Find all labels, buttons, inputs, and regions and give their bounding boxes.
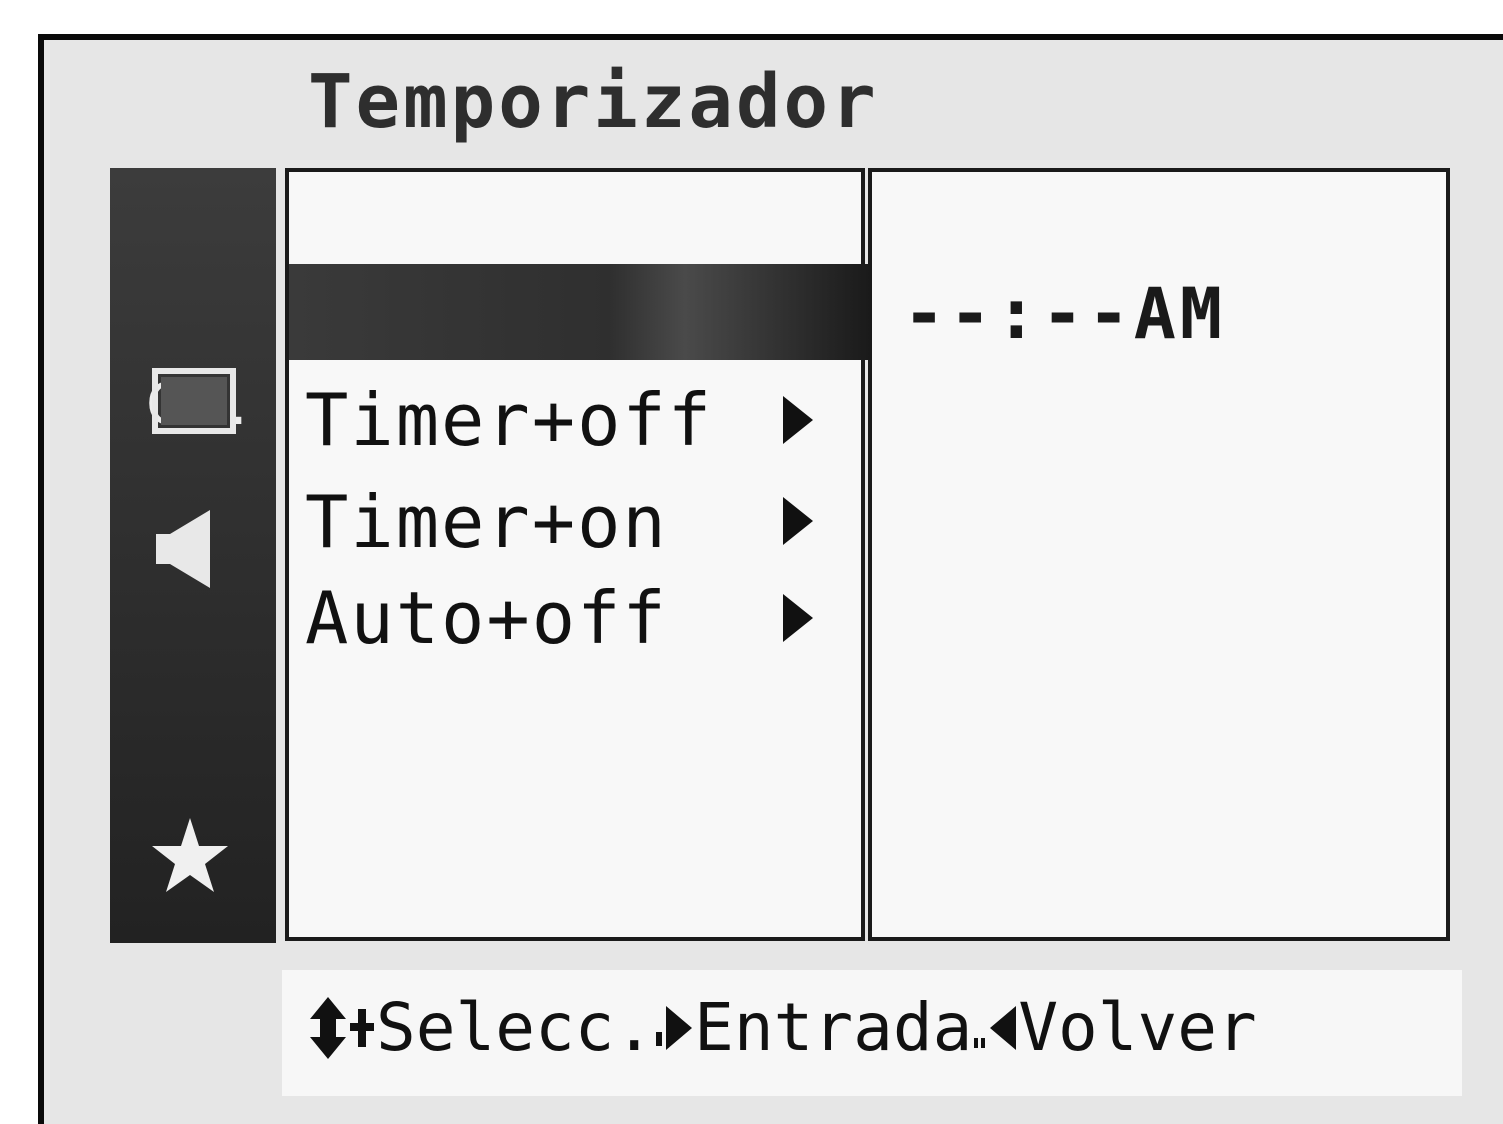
time-display: --:--AM [903,273,1227,355]
timer-on-arrow-icon [783,497,813,545]
menu-item-timer-off[interactable]: Timer+off [305,380,713,460]
star-icon[interactable] [148,814,232,898]
back-hint: Volver [1018,989,1257,1066]
up-down-arrow-icon [310,997,374,1059]
category-sidebar: CH. [110,168,276,943]
help-bar-content: Selecc. Entrada Volver [306,988,1257,1068]
speaker-icon[interactable] [154,508,214,590]
clock-menu-item-highlight[interactable] [289,264,871,360]
timer-off-arrow-icon [783,396,813,444]
menu-item-timer-on[interactable]: Timer+on [305,482,668,562]
right-arrow-icon [656,1006,693,1050]
select-hint: Selecc. [376,989,655,1066]
menu-item-auto-off[interactable]: Auto+off [305,578,668,658]
left-arrow-icon [974,1006,1017,1050]
auto-off-arrow-icon [783,594,813,642]
menu-title: Temporizador [308,59,879,145]
enter-hint: Entrada [694,989,973,1066]
screen-icon[interactable] [152,368,236,434]
